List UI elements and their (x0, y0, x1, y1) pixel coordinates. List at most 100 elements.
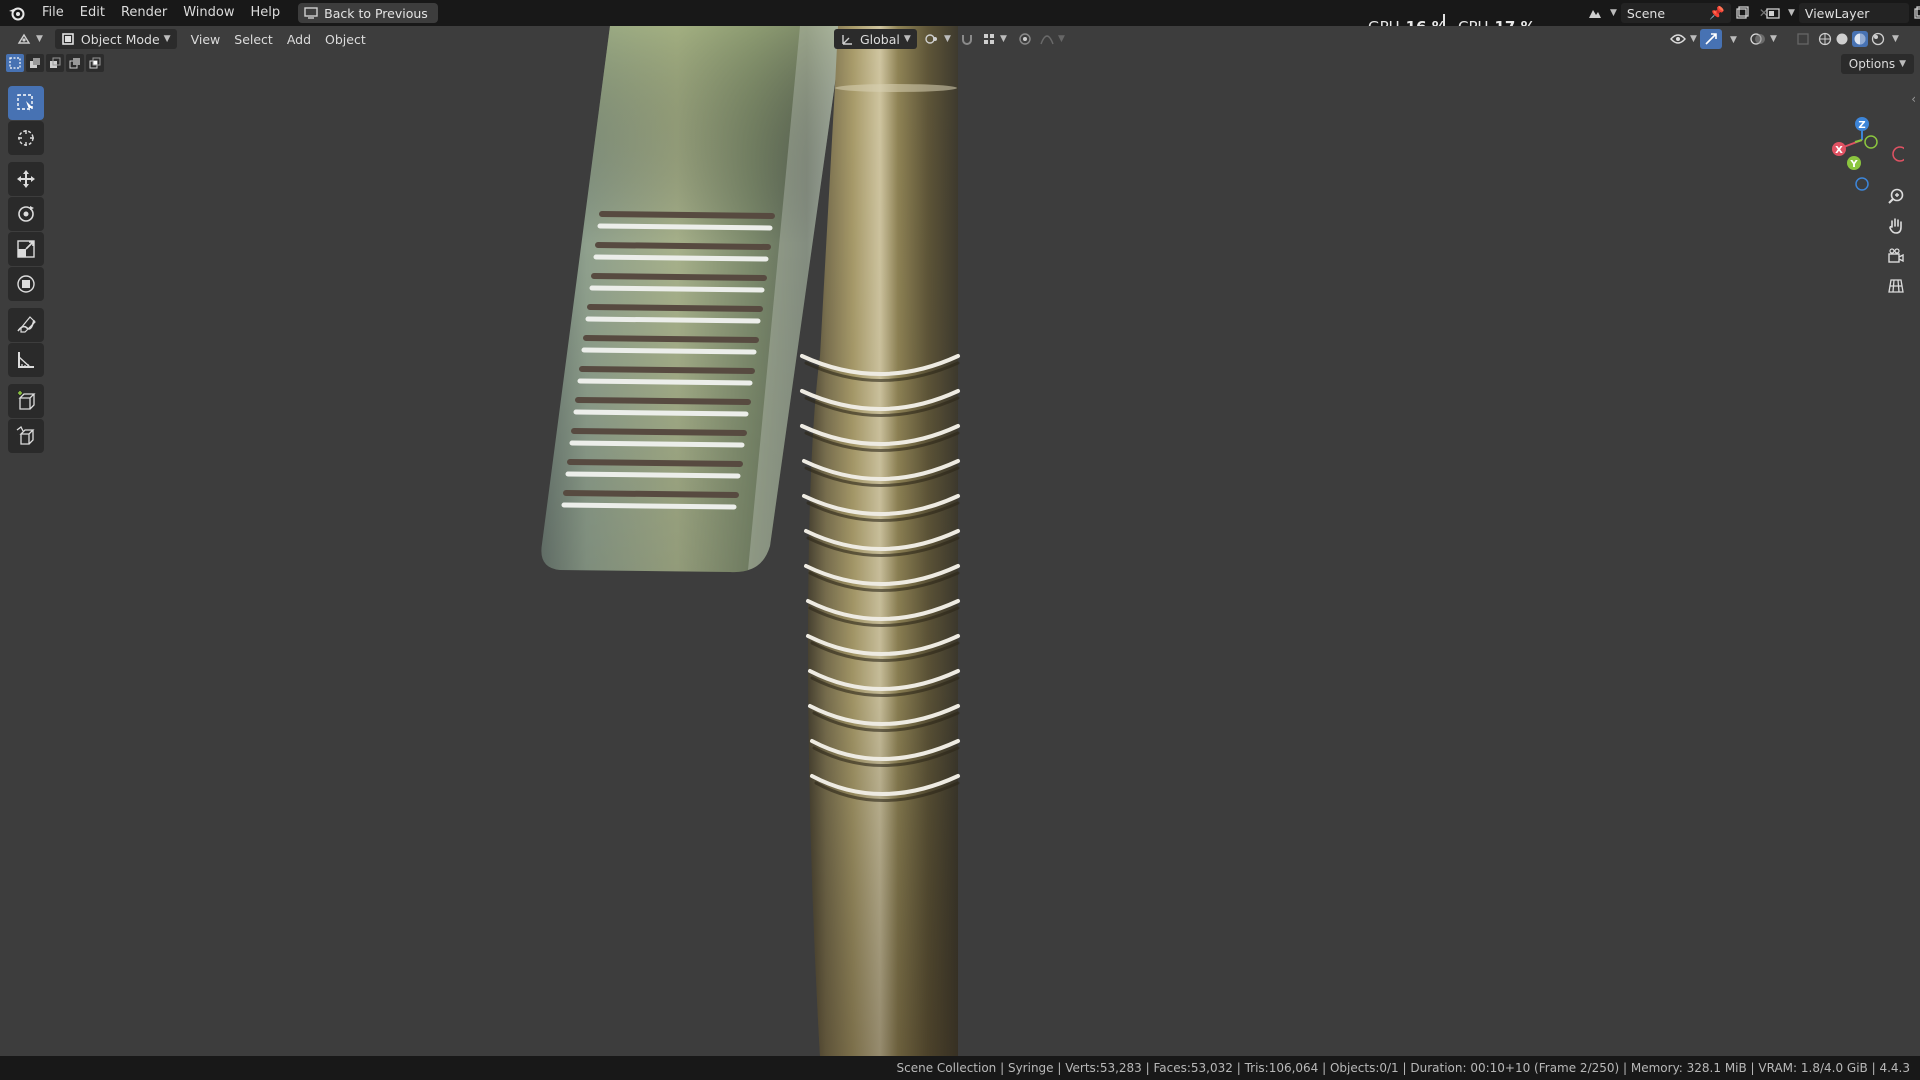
proportional-edit-icon (1019, 33, 1031, 45)
new-scene-icon[interactable] (1731, 3, 1753, 23)
tool-shelf (8, 86, 48, 454)
snap-target-dropdown[interactable]: ▼ (976, 29, 1013, 49)
pivot-icon (925, 34, 937, 44)
chevron-down-icon: ▼ (903, 34, 911, 44)
material-shading-icon[interactable] (1852, 31, 1868, 47)
view-layer-name-field[interactable]: ViewLayer (1798, 3, 1909, 23)
overlays-toggle[interactable]: ▼ (1744, 29, 1783, 49)
xray-icon (1797, 33, 1809, 45)
add-cube-icon (18, 391, 36, 410)
select-box-icon (17, 94, 33, 112)
3d-viewport[interactable]: ▼ Object Mode ▼ View Select Add Object G… (0, 26, 1920, 1056)
view-layer-selector[interactable]: ▼ ViewLayer ✕ (1762, 3, 1920, 23)
grid-perspective-icon (1888, 279, 1904, 293)
falloff-dropdown[interactable]: ▼ (1034, 29, 1071, 49)
add-object-icon (16, 426, 35, 445)
scene-name-field[interactable]: Scene 📌 (1620, 3, 1731, 23)
select-subtract-icon[interactable] (46, 54, 64, 72)
cursor-icon (18, 130, 34, 146)
gizmo-x-label: X (1835, 145, 1843, 156)
chevron-down-icon: ▼ (1690, 34, 1697, 44)
object-mode-label: Object Mode (80, 31, 160, 47)
annotate-icon (17, 316, 36, 333)
object-mode-icon (62, 33, 74, 45)
scene-name: Scene (1626, 5, 1666, 21)
gizmo-neg-x[interactable] (1892, 146, 1904, 162)
camera-view-button[interactable] (1881, 242, 1911, 270)
object-menu[interactable]: Object (319, 29, 372, 49)
chevron-down-icon: ▼ (1000, 34, 1007, 44)
pivot-point-button[interactable]: ▼ (918, 29, 957, 49)
add-object-tool[interactable] (8, 419, 44, 453)
gizmo-toggle[interactable] (1700, 29, 1722, 49)
measure-tool[interactable] (8, 343, 44, 377)
menu-render[interactable]: Render (113, 0, 175, 26)
chevron-down-icon: ▼ (163, 34, 171, 44)
view-menu[interactable]: View (185, 29, 227, 49)
chevron-down-icon[interactable]: ▼ (1892, 34, 1899, 44)
visibility-dropdown[interactable]: ▼ (1664, 29, 1703, 49)
transform-tool[interactable] (8, 267, 44, 301)
wireframe-shading-icon[interactable] (1818, 32, 1832, 46)
plunger-flange[interactable] (541, 26, 843, 573)
scale-tool[interactable] (8, 232, 44, 266)
add-menu[interactable]: Add (281, 29, 317, 49)
top-menu-bar: File Edit Render Window Help Back to Pre… (0, 0, 1920, 26)
status-bar: Scene Collection | Syringe | Verts:53,28… (0, 1056, 1920, 1080)
view-layer-name: ViewLayer (1804, 5, 1870, 21)
pin-icon[interactable]: 📌 (1709, 5, 1725, 21)
select-new-icon[interactable] (6, 54, 24, 72)
menu-window[interactable]: Window (175, 0, 242, 26)
view-layer-icon[interactable] (1762, 3, 1784, 23)
menu-file[interactable]: File (34, 0, 72, 26)
object-mode-dropdown[interactable]: Object Mode ▼ (54, 29, 177, 49)
solid-shading-icon[interactable] (1835, 32, 1849, 46)
back-to-previous-button[interactable]: Back to Previous (298, 3, 438, 23)
navigation-gizmo[interactable]: Z X Y (1824, 86, 1904, 196)
chevron-down-icon: ▼ (1788, 8, 1795, 18)
cursor-tool[interactable] (8, 121, 44, 155)
annotate-tool[interactable] (8, 308, 44, 342)
gizmo-chevron-icon[interactable]: ▼ (1730, 35, 1737, 45)
falloff-curve-icon (1040, 35, 1054, 45)
menu-edit[interactable]: Edit (72, 0, 113, 26)
blender-logo-icon[interactable] (0, 0, 34, 26)
gizmo-neg-z[interactable] (1855, 177, 1869, 191)
select-intersect-icon[interactable] (86, 54, 104, 72)
scene-selector[interactable]: ▼ Scene 📌 ✕ (1584, 3, 1775, 23)
scene-icon[interactable] (1584, 3, 1606, 23)
rotate-tool[interactable] (8, 197, 44, 231)
chevron-down-icon: ▼ (1899, 59, 1906, 69)
syringe-render[interactable] (0, 26, 1920, 1056)
menu-help[interactable]: Help (243, 0, 289, 26)
select-box-tool[interactable] (8, 86, 44, 120)
gizmo-icon (1705, 33, 1717, 45)
xray-toggle[interactable] (1790, 29, 1816, 49)
chevron-down-icon: ▼ (1770, 34, 1777, 44)
chevron-down-icon: ▼ (1610, 8, 1617, 18)
gizmo-neg-y[interactable] (1864, 135, 1878, 149)
selection-mode-group (6, 54, 104, 74)
move-tool[interactable] (8, 162, 44, 196)
perspective-toggle-button[interactable] (1881, 272, 1911, 300)
rendered-shading-icon[interactable] (1871, 32, 1885, 46)
select-menu[interactable]: Select (228, 29, 279, 49)
select-invert-icon[interactable] (66, 54, 84, 72)
pan-view-button[interactable] (1881, 212, 1911, 240)
add-cube-tool[interactable] (8, 384, 44, 418)
transform-icon (17, 275, 35, 293)
gizmo-y-label: Y (1849, 159, 1858, 170)
zoom-view-button[interactable] (1881, 182, 1911, 210)
screen-icon (304, 7, 318, 19)
status-text: Scene Collection | Syringe | Verts:53,28… (896, 1061, 1910, 1075)
sidebar-toggle-icon[interactable]: ‹ (1911, 92, 1916, 106)
shading-mode-group: ▼ (1814, 29, 1903, 49)
3d-view-icon (17, 33, 31, 44)
transform-orientation-dropdown[interactable]: Global ▼ (834, 29, 917, 49)
syringe-barrel[interactable] (800, 26, 960, 1056)
select-extend-icon[interactable] (26, 54, 44, 72)
editor-type-button[interactable]: ▼ (10, 29, 49, 49)
new-view-layer-icon[interactable] (1909, 3, 1920, 23)
options-dropdown[interactable]: Options ▼ (1840, 54, 1914, 74)
measure-icon (18, 352, 34, 368)
